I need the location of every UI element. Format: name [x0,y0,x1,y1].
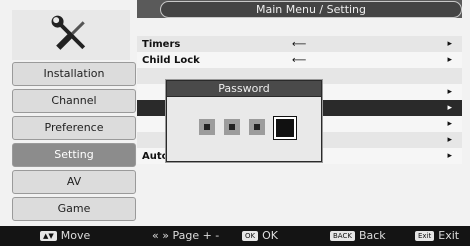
menu-item-child-lock[interactable]: Child Lock ⟵ ▸ [137,52,462,68]
page-key-icon: « » [152,229,169,242]
tv-menu-screen: Main Menu / Setting Installation Channel… [0,0,470,246]
sidebar-menu: Installation Channel Preference Setting … [12,62,136,224]
hint-back: BACK Back [330,226,386,246]
ok-key-icon: OK [242,231,259,241]
hint-label: Exit [438,229,460,242]
sidebar-item-game[interactable]: Game [12,197,136,221]
exit-key-icon: Exit [415,231,435,241]
footer-hint-bar: ▲▼ Move « » Page + - OK OK BACK Back Exit Ex… [0,226,470,246]
hint-label: Back [358,229,386,242]
hint-label: Move [60,229,91,242]
sidebar-item-setting[interactable]: Setting [12,143,136,167]
hint-page: « » Page + - [152,226,219,246]
chevron-right-icon: ▸ [447,135,452,145]
password-entry [167,97,321,161]
chevron-right-icon: ▸ [447,55,452,65]
updown-key-icon: ▲▼ [40,231,57,241]
hint-exit: Exit Exit [415,226,459,246]
tools-icon [51,15,86,50]
sidebar-item-av[interactable]: AV [12,170,136,194]
menu-item-label: Child Lock [142,54,200,66]
password-digit-3[interactable] [249,119,265,135]
menu-item-timers[interactable]: Timers ⟵ ▸ [137,36,462,52]
dialog-title: Password [167,81,321,97]
chevron-right-icon: ▸ [447,151,452,161]
password-digit-4[interactable] [274,117,296,139]
page-title: Main Menu / Setting [160,1,462,18]
password-digit-1[interactable] [199,119,215,135]
chevron-right-icon: ▸ [447,39,452,49]
chevron-right-icon: ▸ [447,103,452,113]
sidebar-item-channel[interactable]: Channel [12,89,136,113]
chevron-right-icon: ▸ [447,119,452,129]
hint-move: ▲▼ Move [40,226,90,246]
sidebar-item-installation[interactable]: Installation [12,62,136,86]
back-key-icon: BACK [330,231,355,241]
enter-arrow-icon: ⟵ [292,54,307,66]
enter-arrow-icon: ⟵ [292,38,307,50]
menu-logo [12,10,130,60]
hint-label: OK [262,229,278,242]
password-dialog: Password [166,80,322,162]
password-digit-2[interactable] [224,119,240,135]
menu-item-label: Timers [142,38,181,50]
sidebar-item-preference[interactable]: Preference [12,116,136,140]
hint-label: Page + - [172,229,220,242]
chevron-right-icon: ▸ [447,87,452,97]
hint-ok: OK OK [242,226,278,246]
